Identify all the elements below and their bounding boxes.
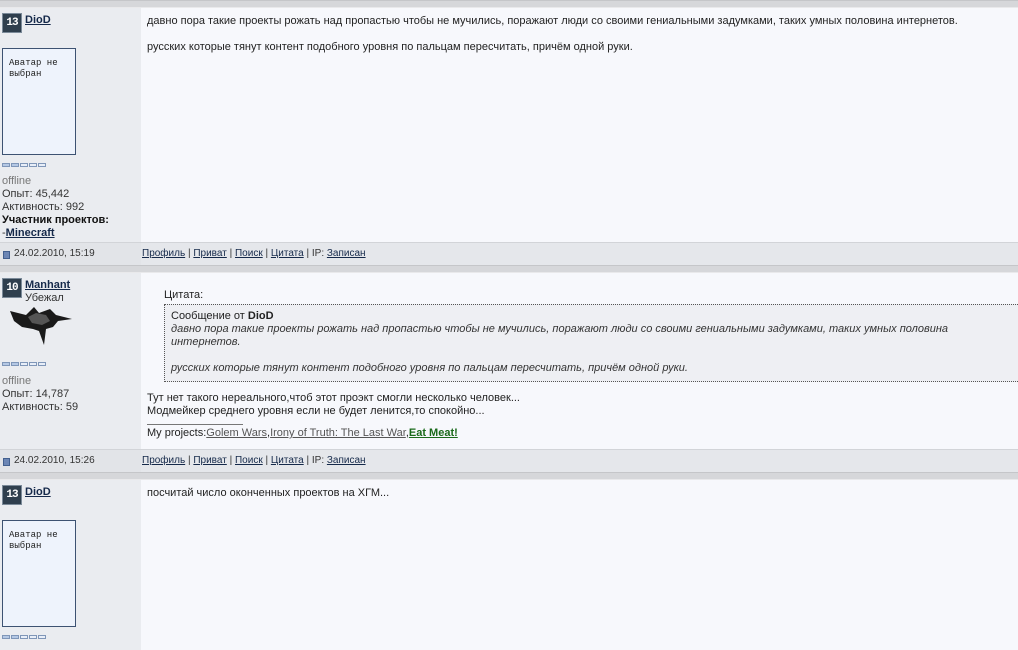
quote-link[interactable]: Цитата (271, 248, 304, 259)
forum-post: 13 DioD Аватар не выбран посчитай число … (0, 480, 1018, 650)
pm-link[interactable]: Приват (193, 455, 226, 466)
rep-pip (2, 163, 10, 167)
rep-pip (20, 635, 28, 639)
post-icon (3, 458, 10, 466)
quote-box: Сообщение от DioD давно пора такие проек… (164, 304, 1018, 382)
online-status: offline (2, 175, 32, 187)
message-line: Модмейкер среднего уровня если не будет … (147, 405, 485, 417)
message-line: посчитай число оконченных проектов на ХГ… (147, 487, 390, 499)
user-panel: 13 DioD Аватар не выбран offline Опыт: 4… (0, 8, 141, 242)
project-link-golem[interactable]: Golem Wars (206, 427, 267, 439)
quote-from-label: Сообщение от (171, 310, 248, 322)
avatar-placeholder: Аватар не выбран (2, 520, 76, 627)
divider: | (187, 455, 191, 466)
user-stats: offline Опыт: 14,787 Активность: 59 (2, 375, 78, 414)
rep-pip (11, 362, 19, 366)
profile-link[interactable]: Профиль (142, 455, 185, 466)
rep-pip (38, 635, 46, 639)
divider: | (306, 455, 310, 466)
divider: | (265, 248, 269, 259)
avatar-placeholder: Аватар не выбран (2, 48, 76, 155)
rep-pip (38, 362, 46, 366)
project-link-eat-meat[interactable]: Eat Meat! (409, 427, 458, 439)
avatar-image (10, 307, 72, 345)
search-link[interactable]: Поиск (235, 248, 263, 259)
divider: | (265, 455, 269, 466)
reputation-bar (2, 362, 46, 366)
rep-pip (38, 163, 46, 167)
profile-link[interactable]: Профиль (142, 248, 185, 259)
divider: | (229, 455, 233, 466)
ip-value[interactable]: Записан (327, 455, 366, 466)
quote-line: русских которые тянут контент подобного … (171, 362, 688, 374)
rep-pip (29, 635, 37, 639)
rep-pip (20, 362, 28, 366)
divider: | (229, 248, 233, 259)
username-link[interactable]: Manhant (25, 279, 70, 291)
post-separator (0, 472, 1018, 480)
online-status: offline (2, 375, 32, 387)
experience: Опыт: 45,442 (2, 188, 70, 200)
post-separator (0, 0, 1018, 8)
search-link[interactable]: Поиск (235, 455, 263, 466)
forum-post: 10 Manhant Убежал offline Опыт: 14,787 А… (0, 273, 1018, 449)
rep-pip (11, 163, 19, 167)
post-body: посчитай число оконченных проектов на ХГ… (141, 480, 1018, 650)
projects-label: Участник проектов: (2, 214, 109, 226)
post-separator (0, 265, 1018, 273)
username-link[interactable]: DioD (25, 14, 51, 26)
project-link-irony[interactable]: Irony of Truth: The Last War (270, 427, 406, 439)
quote-block: Цитата: Сообщение от DioD давно пора так… (164, 289, 1018, 382)
signature-divider (147, 424, 243, 425)
rep-pip (11, 635, 19, 639)
activity: Активность: 992 (2, 201, 85, 213)
post-body: Цитата: Сообщение от DioD давно пора так… (141, 273, 1018, 449)
experience: Опыт: 14,787 (2, 388, 70, 400)
user-panel: 13 DioD Аватар не выбран (0, 480, 141, 650)
reputation-bar (2, 163, 46, 167)
ip-label: IP: (311, 248, 325, 259)
rep-pip (29, 362, 37, 366)
quote-line: давно пора такие проекты рожать над проп… (171, 323, 949, 348)
level-badge: 13 (2, 485, 22, 505)
quote-title: Цитата: (164, 289, 204, 301)
message-line: русских которые тянут контент подобного … (147, 41, 633, 53)
rep-pip (29, 163, 37, 167)
post-actions: Профиль | Приват | Поиск | Цитата | IP: … (141, 450, 366, 472)
rep-pip (2, 362, 10, 366)
quote-link[interactable]: Цитата (271, 455, 304, 466)
post-body: давно пора такие проекты рожать над проп… (141, 8, 1018, 242)
post-date: 24.02.2010, 15:26 (0, 450, 141, 472)
post-date-text: 24.02.2010, 15:19 (14, 248, 95, 259)
quote-author: DioD (247, 310, 274, 322)
pm-link[interactable]: Приват (193, 248, 226, 259)
signature: My projects:Golem Wars,Irony of Truth: T… (147, 420, 458, 440)
message-line: Тут нет такого нереального,чтоб этот про… (147, 392, 520, 404)
post-footer: 24.02.2010, 15:19 Профиль | Приват | Пои… (0, 242, 1018, 265)
level-badge: 10 (2, 278, 22, 298)
activity: Активность: 59 (2, 401, 79, 413)
divider: | (306, 248, 310, 259)
forum-post: 13 DioD Аватар не выбран offline Опыт: 4… (0, 8, 1018, 242)
post-date-text: 24.02.2010, 15:26 (14, 455, 95, 466)
post-date: 24.02.2010, 15:19 (0, 243, 141, 265)
signature-prefix: My projects: (147, 427, 207, 439)
divider: | (187, 248, 191, 259)
post-icon (3, 251, 10, 259)
post-footer: 24.02.2010, 15:26 Профиль | Приват | Пои… (0, 449, 1018, 472)
post-actions: Профиль | Приват | Поиск | Цитата | IP: … (141, 243, 366, 265)
user-panel: 10 Manhant Убежал offline Опыт: 14,787 А… (0, 273, 141, 449)
rep-pip (2, 635, 10, 639)
rep-pip (20, 163, 28, 167)
user-stats: offline Опыт: 45,442 Активность: 992 Уча… (2, 175, 109, 240)
level-badge: 13 (2, 13, 22, 33)
ip-value[interactable]: Записан (327, 248, 366, 259)
ip-label: IP: (311, 455, 325, 466)
project-link[interactable]: Minecraft (6, 227, 55, 239)
reputation-bar (2, 635, 46, 639)
message-line: давно пора такие проекты рожать над проп… (147, 15, 958, 27)
username-link[interactable]: DioD (25, 486, 51, 498)
